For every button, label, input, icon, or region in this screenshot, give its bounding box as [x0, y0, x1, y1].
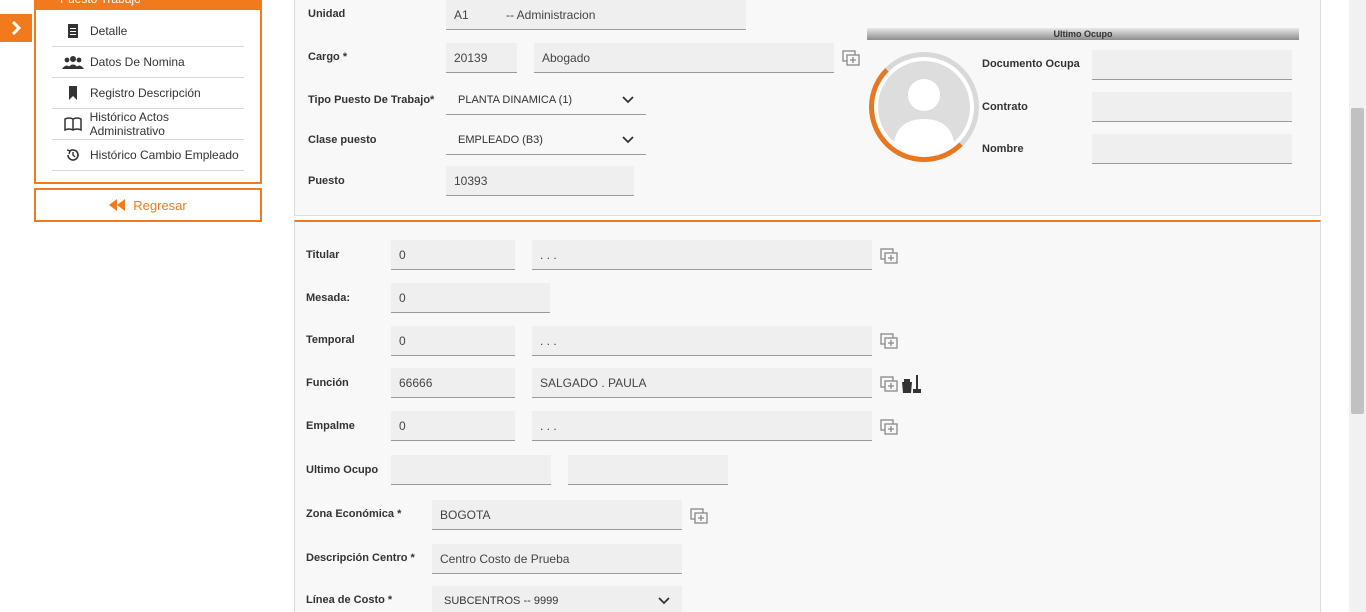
zona-label: Zona Económica *: [306, 508, 402, 520]
lookup-icon: [842, 50, 860, 66]
chevron-down-icon: [658, 596, 670, 604]
unidad-field[interactable]: A1 -- Administracion: [446, 0, 746, 30]
linea-costo-select[interactable]: SUBCENTROS -- 9999: [432, 586, 682, 612]
sidebar-header: Puesto Trabajo: [36, 0, 260, 10]
sidebar-item-label: Detalle: [90, 24, 128, 38]
sidebar-menu: Puesto Trabajo Detalle Datos De Nomina R…: [34, 0, 262, 184]
puesto-field[interactable]: 10393: [446, 166, 634, 196]
clase-puesto-value: EMPLEADO (B3): [458, 133, 543, 146]
regresar-label: Regresar: [133, 197, 187, 213]
titular-code-field[interactable]: 0: [391, 240, 515, 270]
ultimo-ocupo-name-field[interactable]: [568, 455, 728, 485]
linea-costo-label: Línea de Costo *: [306, 594, 393, 606]
unidad-name: -- Administracion: [506, 7, 596, 22]
sidebar-item-historico-cambio[interactable]: Histórico Cambio Empleado: [52, 140, 244, 171]
sidebar-item-label: Histórico Actos Administrativo: [89, 110, 169, 138]
sidebar-item-label: Histórico Cambio Empleado: [90, 148, 239, 162]
mesada-field[interactable]: 0: [391, 283, 550, 313]
cargo-label: Cargo *: [308, 51, 348, 63]
history-icon: [62, 147, 84, 163]
temporal-search-button[interactable]: [880, 333, 898, 349]
ultimo-ocupo-label: Ultimo Ocupo: [306, 464, 379, 476]
lookup-icon: [880, 376, 898, 392]
unidad-label: Unidad: [308, 8, 346, 20]
nombre-label: Nombre: [982, 143, 1024, 155]
sidebar-toggle-button[interactable]: [0, 14, 32, 42]
empalme-search-button[interactable]: [880, 419, 898, 435]
contrato-label: Contrato: [982, 101, 1028, 113]
users-icon: [62, 54, 84, 70]
temporal-code-field[interactable]: 0: [391, 326, 515, 356]
sidebar-item-detalle[interactable]: Detalle: [52, 16, 244, 47]
empalme-label: Empalme: [306, 420, 355, 432]
clase-puesto-label: Clase puesto: [308, 134, 377, 146]
chevron-down-icon: [622, 95, 634, 103]
unidad-code: A1: [454, 7, 469, 22]
funcion-search-button[interactable]: [880, 376, 898, 392]
funcion-clear-button[interactable]: [900, 373, 922, 395]
sidebar-item-label: Datos De Nomina: [90, 55, 185, 69]
temporal-name-field[interactable]: . . .: [532, 326, 872, 356]
documento-ocupa-label: Documento Ocupa: [982, 58, 1080, 70]
documento-ocupa-field[interactable]: [1092, 50, 1292, 80]
titular-label: Titular: [306, 249, 340, 261]
bookmark-icon: [62, 85, 84, 101]
chevron-right-icon: [11, 21, 22, 35]
ultimo-ocupo-code-field[interactable]: [391, 455, 551, 485]
funcion-code-field[interactable]: 66666: [391, 368, 515, 398]
zona-search-button[interactable]: [690, 508, 708, 524]
descripcion-centro-label: Descripción Centro *: [306, 552, 415, 564]
zona-field[interactable]: BOGOTA: [432, 500, 682, 530]
empalme-name-field[interactable]: . . .: [532, 411, 872, 441]
book-icon: [62, 116, 84, 132]
cargo-code-field[interactable]: 20139: [446, 43, 517, 73]
ocupacion-panel: Titular 0 . . . Mesada: 0 Temporal 0 . .…: [294, 220, 1321, 612]
cargo-search-button[interactable]: [842, 50, 860, 66]
titular-name-field[interactable]: . . .: [532, 240, 872, 270]
lookup-icon: [880, 333, 898, 349]
cargo-name-field[interactable]: Abogado: [534, 43, 834, 73]
funcion-name-field[interactable]: SALGADO . PAULA: [532, 368, 872, 398]
empalme-code-field[interactable]: 0: [391, 411, 515, 441]
sidebar-item-datos-nomina[interactable]: Datos De Nomina: [52, 47, 244, 78]
ultimo-ocupo-title: Ultimo Ocupo: [867, 28, 1299, 40]
tipo-puesto-select[interactable]: PLANTA DINAMICA (1): [446, 85, 646, 115]
temporal-label: Temporal: [306, 334, 355, 346]
document-icon: [62, 23, 84, 39]
puesto-label: Puesto: [308, 175, 345, 187]
clase-puesto-select[interactable]: EMPLEADO (B3): [446, 125, 646, 155]
avatar: [869, 52, 979, 162]
contrato-field[interactable]: [1092, 92, 1292, 122]
double-chevron-left-icon: [109, 199, 126, 211]
chevron-down-icon: [622, 135, 634, 143]
linea-costo-value: SUBCENTROS -- 9999: [444, 594, 559, 607]
sidebar-item-registro-descripcion[interactable]: Registro Descripción: [52, 78, 244, 109]
user-silhouette-icon: [893, 79, 955, 153]
tipo-puesto-label: Tipo Puesto De Trabajo*: [308, 94, 435, 106]
funcion-label: Función: [306, 377, 349, 389]
puesto-info-panel: Unidad A1 -- Administracion Cargo * 2013…: [294, 0, 1321, 216]
lookup-icon: [880, 248, 898, 264]
lookup-icon: [880, 419, 898, 435]
nombre-field[interactable]: [1092, 134, 1292, 164]
sidebar-item-historico-actos[interactable]: Histórico Actos Administrativo: [52, 109, 244, 140]
sidebar-item-label: Registro Descripción: [90, 86, 201, 100]
page-scrollbar[interactable]: [1349, 0, 1366, 612]
tipo-puesto-value: PLANTA DINAMICA (1): [458, 93, 573, 106]
scrollbar-thumb[interactable]: [1351, 108, 1364, 414]
mesada-label: Mesada:: [306, 292, 351, 304]
lookup-icon: [690, 508, 708, 524]
descripcion-centro-field[interactable]: Centro Costo de Prueba: [432, 544, 682, 574]
titular-search-button[interactable]: [880, 248, 898, 264]
regresar-button[interactable]: Regresar: [34, 188, 262, 222]
broom-icon: [902, 375, 921, 393]
